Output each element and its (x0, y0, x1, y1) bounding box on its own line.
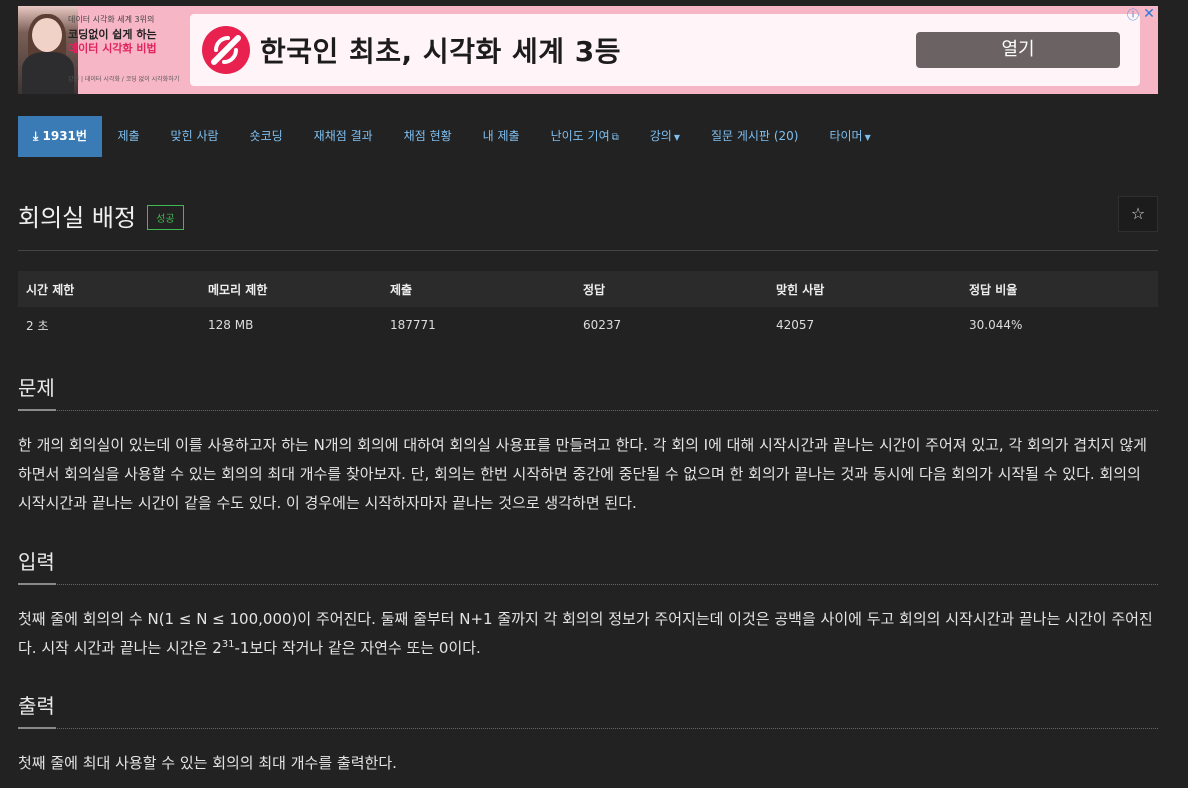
td-time-limit: 2 초 (26, 318, 49, 333)
th-memory-limit: 메모리 제한 (200, 271, 382, 307)
tab-lectures[interactable]: 강의 ▼ (634, 116, 695, 157)
input-text: 첫째 줄에 회의의 수 N(1 ≤ N ≤ 100,000)이 주어진다. 둘째… (18, 610, 1153, 657)
ad-logo-icon (202, 26, 250, 74)
divider (18, 250, 1158, 251)
th-submissions: 제출 (382, 271, 575, 307)
tab-my-submissions[interactable]: 내 제출 (467, 116, 535, 157)
input-heading: 입력 (18, 550, 55, 574)
ad-info-icon[interactable]: ⓘ (1126, 8, 1140, 22)
ad-card[interactable]: 한국인 최초, 시각화 세계 3등 열기 (190, 14, 1140, 86)
table-header-row: 시간 제한 메모리 제한 제출 정답 맞힌 사람 정답 비율 (18, 271, 1158, 307)
section-divider (18, 578, 1158, 585)
tab-difficulty-contribution[interactable]: 난이도 기여 ⧉ (535, 116, 634, 157)
section-divider (18, 722, 1158, 729)
tab-rejudge-results[interactable]: 재채점 결과 (298, 116, 388, 157)
tab-problem-number[interactable]: ⤓ 1931번 (18, 116, 102, 157)
tab-submit[interactable]: 제출 (102, 116, 155, 157)
caret-down-icon: ▼ (673, 133, 680, 142)
output-section: 출력 첫째 줄에 최대 사용할 수 있는 회의의 최대 개수를 출력한다. (18, 690, 1158, 778)
section-divider (18, 404, 1158, 411)
problem-nav: ⤓ 1931번 제출 맞힌 사람 숏코딩 재채점 결과 채점 현황 내 제출 난… (18, 116, 886, 157)
th-time-limit: 시간 제한 (18, 271, 200, 307)
tab-timer-label: 타이머 (829, 129, 863, 143)
tab-judge-status[interactable]: 채점 현황 (388, 116, 467, 157)
table-row: 2 초 128 MB 187771 60237 42057 30.044% (18, 307, 1158, 343)
ad-promo-line2: 데이터 시각화 비법 (68, 42, 157, 55)
status-badge: 성공 (147, 205, 184, 230)
td-solved-users: 42057 (776, 318, 815, 332)
caret-down-icon: ▼ (864, 133, 871, 142)
ad-tiny-text: 강연 | 데이터 시각화 / 코딩 없이 시각화하기 (68, 76, 180, 83)
tab-short-coding[interactable]: 숏코딩 (234, 116, 298, 157)
input-description: 첫째 줄에 회의의 수 N(1 ≤ N ≤ 100,000)이 주어진다. 둘째… (18, 605, 1158, 663)
output-heading: 출력 (18, 694, 55, 718)
tab-problem-number-label: 1931번 (42, 129, 87, 143)
tab-difficulty-label: 난이도 기여 (550, 129, 610, 143)
ad-small-text: 데이터 시각화 세계 3위의 (68, 15, 155, 24)
input-exponent: 31 (221, 639, 235, 650)
ad-close-icon[interactable]: ✕ (1142, 6, 1156, 22)
tab-lectures-label: 강의 (649, 129, 672, 143)
output-description: 첫째 줄에 최대 사용할 수 있는 회의의 최대 개수를 출력한다. (18, 754, 397, 772)
ad-headline: 한국인 최초, 시각화 세계 3등 (260, 35, 621, 68)
input-text-after: -1보다 작거나 같은 자연수 또는 0이다. (234, 639, 481, 657)
tab-timer[interactable]: 타이머 ▼ (814, 116, 886, 157)
td-accepted: 60237 (583, 318, 622, 332)
td-submissions: 187771 (390, 318, 436, 332)
th-accept-rate: 정답 비율 (961, 271, 1158, 307)
star-button[interactable]: ☆ (1118, 196, 1158, 232)
td-memory-limit: 128 MB (208, 318, 254, 332)
td-accept-rate: 30.044% (969, 318, 1023, 332)
download-icon: ⤓ (33, 129, 39, 143)
ad-banner[interactable]: 데이터 시각화 세계 3위의 코딩없이 쉽게 하는 데이터 시각화 비법 강연 … (18, 6, 1158, 94)
problem-description: 한 개의 회의실이 있는데 이를 사용하고자 하는 N개의 회의에 대하여 회의… (18, 436, 1147, 512)
th-accepted: 정답 (575, 271, 768, 307)
external-link-icon: ⧉ (611, 132, 619, 143)
th-solved-users: 맞힌 사람 (768, 271, 961, 307)
problem-title-row: 회의실 배정 성공 (18, 198, 184, 233)
tab-solved-users[interactable]: 맞힌 사람 (155, 116, 234, 157)
input-section: 입력 첫째 줄에 회의의 수 N(1 ≤ N ≤ 100,000)이 주어진다.… (18, 546, 1158, 663)
problem-info-table: 시간 제한 메모리 제한 제출 정답 맞힌 사람 정답 비율 2 초 128 M… (18, 271, 1158, 343)
page-title: 회의실 배정 (18, 204, 137, 232)
tab-question-board[interactable]: 질문 게시판 (20) (696, 116, 814, 157)
problem-section: 문제 한 개의 회의실이 있는데 이를 사용하고자 하는 N개의 회의에 대하여… (18, 372, 1158, 518)
problem-heading: 문제 (18, 376, 55, 400)
ad-open-button[interactable]: 열기 (916, 32, 1120, 68)
